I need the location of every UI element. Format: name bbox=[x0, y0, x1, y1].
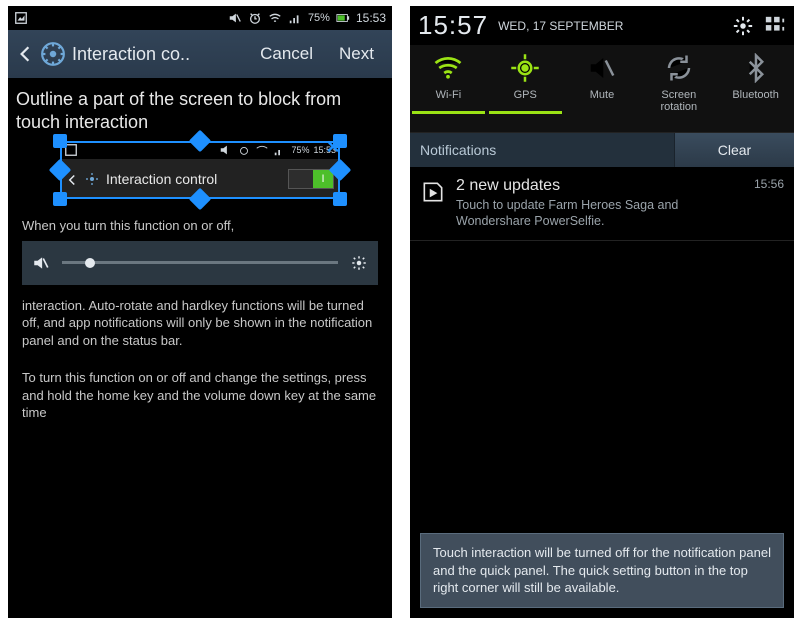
play-store-icon bbox=[420, 179, 446, 205]
gear-icon[interactable] bbox=[350, 254, 368, 272]
handle-se[interactable] bbox=[333, 192, 347, 206]
help-tooltip: Touch interaction will be turned off for… bbox=[420, 533, 784, 608]
panel-top: 15:57 WED, 17 SEPTEMBER bbox=[410, 6, 794, 45]
instruction-text: Outline a part of the screen to block fr… bbox=[8, 78, 392, 137]
notification-item[interactable]: 2 new updates Touch to update Farm Heroe… bbox=[410, 167, 794, 241]
wifi-icon bbox=[268, 11, 282, 25]
quick-bluetooth[interactable]: Bluetooth bbox=[717, 45, 794, 132]
battery-text: 75% bbox=[308, 12, 330, 24]
volume-slider[interactable] bbox=[62, 261, 338, 264]
gear-icon bbox=[40, 41, 66, 67]
rotation-icon bbox=[664, 53, 694, 83]
left-phone: 75% 15:53 Interaction co.. Cancel Next O… bbox=[8, 6, 392, 618]
quick-mute[interactable]: Mute bbox=[564, 45, 641, 132]
notif-body: Touch to update Farm Heroes Saga and Won… bbox=[456, 197, 744, 230]
quick-label: Screen rotation bbox=[642, 89, 715, 113]
body-text-3: To turn this function on or off and chan… bbox=[8, 363, 392, 422]
alarm-icon bbox=[248, 11, 262, 25]
bluetooth-icon bbox=[741, 53, 771, 83]
selection-area[interactable]: 75% 15:53 Interaction control I ✕ bbox=[60, 141, 340, 201]
quick-wifi[interactable]: Wi-Fi bbox=[410, 45, 487, 132]
notif-label: Notifications bbox=[410, 133, 674, 167]
mute-icon bbox=[32, 254, 50, 272]
page-title: Interaction co.. bbox=[72, 44, 244, 65]
gps-icon bbox=[510, 53, 540, 83]
mute-icon bbox=[587, 53, 617, 83]
slider-thumb[interactable] bbox=[85, 258, 95, 268]
body-text-1: When you turn this function on or off, bbox=[8, 211, 392, 235]
panel-date: WED, 17 SEPTEMBER bbox=[498, 19, 722, 33]
back-icon[interactable] bbox=[16, 45, 34, 63]
notif-time: 15:56 bbox=[754, 177, 784, 230]
handle-nw[interactable] bbox=[53, 134, 67, 148]
notif-header: Notifications Clear bbox=[410, 133, 794, 167]
quick-rotation[interactable]: Screen rotation bbox=[640, 45, 717, 132]
screenshot-icon bbox=[14, 11, 28, 25]
quick-settings-row: Wi-Fi GPS Mute Screen rotation Bluetooth bbox=[410, 45, 794, 133]
body-text-2: interaction. Auto-rotate and hardkey fun… bbox=[8, 291, 392, 350]
right-phone: 15:57 WED, 17 SEPTEMBER Wi-Fi GPS Mute bbox=[410, 6, 794, 618]
mute-icon bbox=[228, 11, 242, 25]
status-bar: 75% 15:53 bbox=[8, 6, 392, 30]
close-selection-icon[interactable]: ✕ bbox=[324, 139, 342, 157]
quick-grid-icon[interactable] bbox=[764, 15, 786, 37]
cancel-button[interactable]: Cancel bbox=[250, 44, 323, 64]
settings-gear-icon[interactable] bbox=[732, 15, 754, 37]
quick-gps[interactable]: GPS bbox=[487, 45, 564, 132]
panel-clock: 15:57 bbox=[418, 10, 488, 41]
volume-panel bbox=[22, 241, 378, 285]
quick-label: Mute bbox=[590, 89, 614, 101]
handle-sw[interactable] bbox=[53, 192, 67, 206]
signal-icon bbox=[288, 11, 302, 25]
quick-label: Bluetooth bbox=[732, 89, 778, 101]
next-button[interactable]: Next bbox=[329, 44, 384, 64]
clock-text: 15:53 bbox=[356, 11, 386, 25]
quick-label: GPS bbox=[514, 89, 537, 101]
quick-label: Wi-Fi bbox=[436, 89, 462, 101]
settings-header: Interaction co.. Cancel Next bbox=[8, 30, 392, 78]
battery-icon bbox=[336, 11, 350, 25]
wifi-icon bbox=[433, 53, 463, 83]
clear-button[interactable]: Clear bbox=[674, 133, 794, 167]
notif-title: 2 new updates bbox=[456, 177, 744, 195]
